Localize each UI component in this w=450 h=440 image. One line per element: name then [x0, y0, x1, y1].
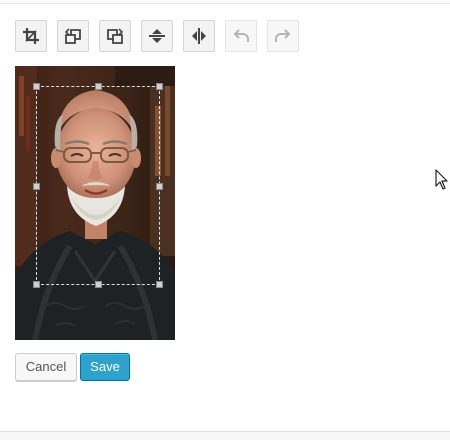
- crop-handle[interactable]: [156, 183, 163, 190]
- crop-handle[interactable]: [156, 83, 163, 90]
- rotate-left-icon: [63, 26, 83, 46]
- crop-selection[interactable]: [33, 83, 163, 288]
- redo-button[interactable]: [267, 20, 299, 52]
- crop-handle[interactable]: [33, 281, 40, 288]
- rotate-right-button[interactable]: [99, 20, 131, 52]
- crop-handle[interactable]: [95, 83, 102, 90]
- flip-horizontal-button[interactable]: [183, 20, 215, 52]
- flip-vertical-button[interactable]: [141, 20, 173, 52]
- crop-handle[interactable]: [156, 281, 163, 288]
- rotate-left-button[interactable]: [57, 20, 89, 52]
- flip-horizontal-icon: [189, 26, 209, 46]
- crop-handle[interactable]: [95, 281, 102, 288]
- redo-icon: [273, 26, 293, 46]
- undo-button[interactable]: [225, 20, 257, 52]
- crop-button[interactable]: [15, 20, 47, 52]
- undo-icon: [231, 26, 251, 46]
- save-button[interactable]: Save: [80, 353, 130, 381]
- mouse-pointer-icon: [435, 169, 449, 191]
- crop-handle[interactable]: [33, 183, 40, 190]
- rotate-right-icon: [105, 26, 125, 46]
- cancel-button[interactable]: Cancel: [15, 353, 77, 381]
- crop-handle[interactable]: [33, 83, 40, 90]
- flip-vertical-icon: [147, 26, 167, 46]
- top-divider: [0, 0, 450, 4]
- image-preview[interactable]: [15, 66, 175, 340]
- crop-icon: [21, 26, 41, 46]
